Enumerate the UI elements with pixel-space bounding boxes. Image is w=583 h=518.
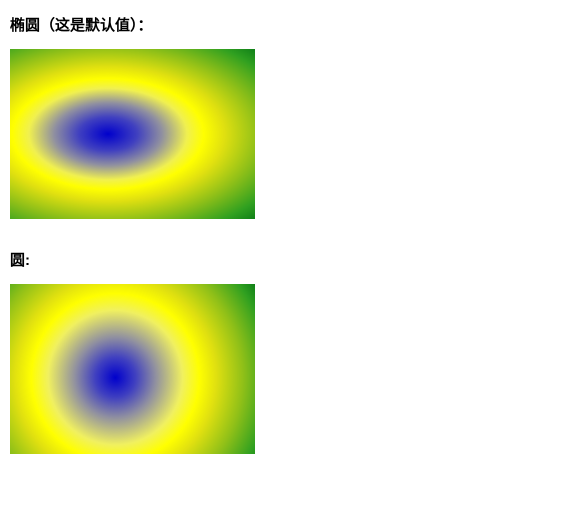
ellipse-gradient-demo [10,49,255,219]
circle-gradient-demo [10,284,255,454]
ellipse-heading: 椭圆（这是默认值）： [10,14,573,35]
circle-heading: 圆: [10,249,573,270]
